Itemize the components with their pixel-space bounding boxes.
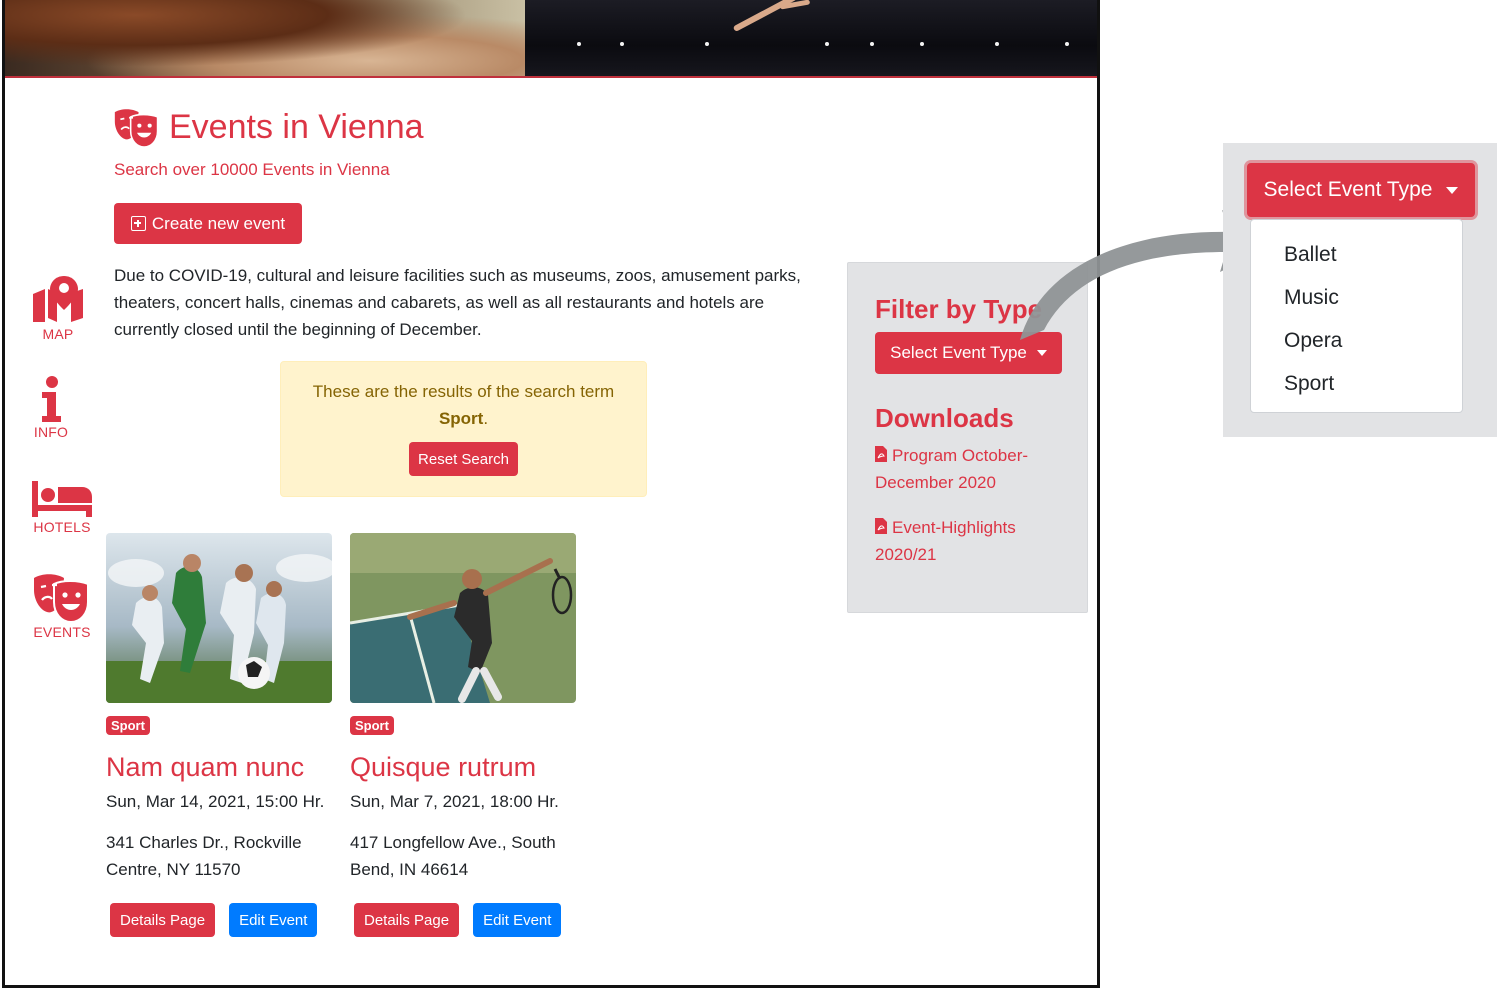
search-result-alert: These are the results of the search term… [280,361,647,497]
stage-light [620,42,624,46]
sidebar-item-map[interactable]: MAP [30,276,86,342]
theater-masks-icon [34,574,89,622]
sidebar-item-hotels[interactable]: HOTELS [31,481,93,535]
caret-down-icon [1446,186,1459,194]
page-subtitle: Search over 10000 Events in Vienna [114,160,390,179]
menu-item-sport[interactable]: Sport [1251,362,1462,405]
covid-notice: Due to COVID-19, cultural and leisure fa… [114,266,801,339]
event-card: Sport Quisque rutrum Sun, Mar 7, 2021, 1… [350,533,578,937]
search-alert-text: These are the results of the search term [312,382,615,401]
search-alert-period: . [483,409,489,428]
event-date: Sun, Mar 14, 2021, 15:00 Hr. [106,792,325,811]
event-title[interactable]: Quisque rutrum [350,752,578,783]
stage-light [1065,42,1069,46]
create-event-label: Create new event [151,213,286,233]
event-actions: Details Page Edit Event [106,903,334,937]
sidebar-item-events[interactable]: EVENTS [31,574,93,640]
info-icon [42,376,61,422]
banner-violin-image [5,0,525,76]
event-address: 341 Charles Dr., Rockville Centre, NY 11… [106,833,302,879]
stage-light [870,42,874,46]
event-image-tennis[interactable] [350,533,576,703]
event-card: Sport Nam quam nunc Sun, Mar 14, 2021, 1… [106,533,334,937]
map-marker-icon [33,276,83,322]
page-title-text: Events in Vienna [169,108,424,146]
details-page-button[interactable]: Details Page [354,903,460,937]
sidebar-item-label: MAP [42,326,74,342]
download-link-program[interactable]: Program October-December 2020 [875,442,1075,496]
event-type-badge: Sport [106,716,150,735]
stage-light [825,42,829,46]
menu-item-ballet[interactable]: Ballet [1251,233,1462,276]
event-image-soccer[interactable] [106,533,332,703]
soccer-photo [106,533,332,703]
sidebar-item-label: HOTELS [33,519,91,535]
search-alert-term-line: Sport. [281,405,646,432]
details-page-button[interactable]: Details Page [110,903,216,937]
event-type-menu: Ballet Music Opera Sport [1250,219,1463,413]
select-event-type-label: Select Event Type [1263,178,1433,201]
event-address: 417 Longfellow Ave., South Bend, IN 4661… [350,833,556,879]
download-label: Event-Highlights 2020/21 [875,518,1016,564]
download-link-highlights[interactable]: Event-Highlights 2020/21 [875,514,1075,568]
event-type-badge: Sport [350,716,394,735]
bed-icon [32,481,92,517]
stage-light [995,42,999,46]
download-label: Program October-December 2020 [875,446,1029,492]
event-title[interactable]: Nam quam nunc [106,752,334,783]
stage-light [705,42,709,46]
app-screenshot-frame: MAP INFO HOTELS EVENTS Events in Vienna … [2,0,1100,988]
pdf-file-icon [875,518,887,534]
edit-event-button[interactable]: Edit Event [473,903,562,937]
dropdown-zoom-panel: Select Event Type Ballet Music Opera Spo… [1223,143,1497,437]
sidebar-item-info[interactable]: INFO [30,376,72,440]
stage-light [920,42,924,46]
create-event-button[interactable]: Create new event [114,203,302,244]
select-event-type-dropdown-zoomed[interactable]: Select Event Type [1247,163,1475,217]
plus-square-icon [130,216,146,231]
sidebar-item-label: INFO [33,424,69,440]
edit-event-button[interactable]: Edit Event [229,903,318,937]
banner-stage-image [525,0,1097,76]
theater-masks-icon [114,108,159,147]
menu-item-music[interactable]: Music [1251,276,1462,319]
caret-down-icon [1036,350,1047,356]
event-actions: Details Page Edit Event [350,903,578,937]
downloads-title: Downloads [875,403,1014,433]
pdf-file-icon [875,446,887,462]
event-date: Sun, Mar 7, 2021, 18:00 Hr. [350,792,559,811]
reset-search-button[interactable]: Reset Search [409,442,518,476]
search-term: Sport [438,409,484,428]
sidebar-item-label: EVENTS [33,624,91,640]
header-banner [5,0,1097,78]
page-title: Events in Vienna [113,108,424,147]
stage-light [577,42,581,46]
menu-item-opera[interactable]: Opera [1251,319,1462,362]
tennis-photo [350,533,576,703]
